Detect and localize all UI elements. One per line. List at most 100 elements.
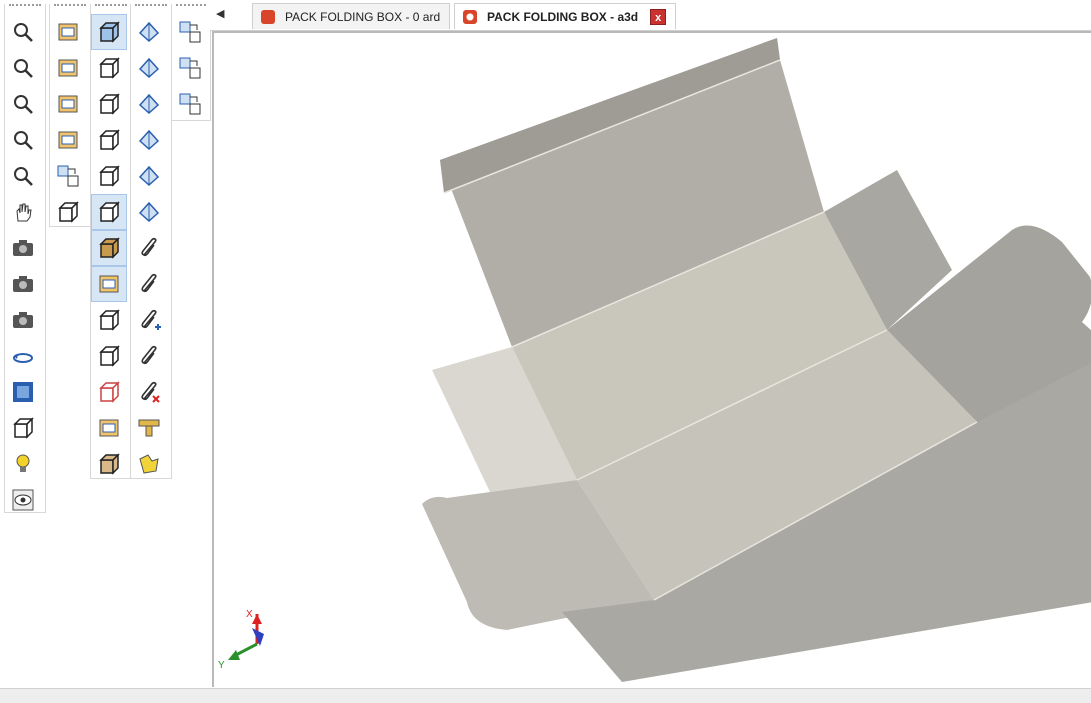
pallet-icon [58,131,78,149]
unfold-button[interactable] [131,86,167,122]
unfold-icon [138,93,160,115]
clip-add-button[interactable] [131,302,167,338]
zoom-in-icon [14,23,33,42]
solid-cube-button[interactable] [91,50,127,86]
red-wire-cube-icon [99,381,120,403]
wireframe-edit-button[interactable] [50,86,86,122]
front-view-button[interactable] [5,374,41,410]
transparent-cube-button[interactable] [91,338,127,374]
3d-viewport[interactable]: X Y [212,31,1091,687]
toolbar-grip[interactable] [135,4,167,10]
toolbar-grip[interactable] [54,4,86,10]
pan-hand-button[interactable] [5,194,41,230]
bend-button[interactable] [131,194,167,230]
sync-view-icon [179,93,201,115]
light-bulb-button[interactable] [5,446,41,482]
texture-button[interactable] [91,266,127,302]
camera-previous-button[interactable] [5,266,41,302]
tab-scroll-left-icon[interactable]: ◀ [216,7,224,20]
layers-button[interactable] [50,50,86,86]
zoom-extents-button[interactable] [5,158,41,194]
stand-icon [138,419,160,437]
toolbar-grip[interactable] [176,4,206,10]
measure-button[interactable] [131,158,167,194]
camera-icon [13,240,33,256]
clip-add-icon [141,309,161,330]
texture-icon [99,275,119,293]
front-view-icon [13,382,33,402]
copy-view-button[interactable] [172,14,208,50]
bevel-board-icon [99,201,120,223]
fold-panel-icon [138,57,160,79]
measure-icon [138,165,160,187]
fold-panel-button[interactable] [131,50,167,86]
a3d-document-icon [463,9,477,24]
view-toolbar [4,4,46,513]
camera-next-icon [13,312,33,328]
open-box-button[interactable] [50,14,86,50]
shape-button[interactable] [131,446,167,482]
sync-view-button[interactable] [172,86,208,122]
dark-shade-button[interactable] [91,410,127,446]
clip-edit-button[interactable] [131,266,167,302]
bevel-board-button[interactable] [91,194,127,230]
hidden-line-cube-button[interactable] [91,122,127,158]
tab-label: PACK FOLDING BOX - a3d [487,9,639,24]
clip-scissors-icon [141,345,157,365]
tab-label: PACK FOLDING BOX - 0 ard [285,9,441,24]
zoom-out-icon [14,95,33,114]
folding-box-model: X Y [218,38,1091,682]
zoom-window-button[interactable] [5,50,41,86]
stand-button[interactable] [131,410,167,446]
corrugated-board-button[interactable] [91,230,127,266]
iso-view-icon [13,417,34,439]
paste-view-icon [179,57,201,79]
zoom-in-button[interactable] [5,14,41,50]
clip-button[interactable] [131,230,167,266]
axis-x-label: X [246,609,253,620]
clip-icon [141,237,157,257]
tab-a3d-document[interactable]: PACK FOLDING BOX - a3d x [454,3,676,29]
shaded-cube-button[interactable] [91,14,127,50]
clip-scissors-button[interactable] [131,338,167,374]
fold-direction-button[interactable] [131,14,167,50]
camera-button[interactable] [5,230,41,266]
document-tab-bar: ◀ PACK FOLDING BOX - 0 ard PACK FOLDING … [210,0,1091,31]
fold-all-icon [138,129,160,151]
open-box-icon [58,23,78,41]
rotate-view-button[interactable] [5,338,41,374]
zoom-window-icon [14,59,33,78]
tab-close-button[interactable]: x [650,8,667,25]
camera-next-button[interactable] [5,302,41,338]
layers-icon [58,59,78,77]
rotate-view-icon [13,353,33,363]
solid-cube-icon [99,57,120,79]
toolbar-grip[interactable] [9,4,41,10]
toolbar-grip[interactable] [95,4,127,10]
wire-cube-icon [99,165,120,187]
outline-cube-button[interactable] [91,86,127,122]
bend-icon [138,201,160,223]
fold-all-button[interactable] [131,122,167,158]
wire-cube-button[interactable] [91,158,127,194]
hidden-line-cube-icon [99,129,120,151]
tab-ard-document[interactable]: PACK FOLDING BOX - 0 ard [252,3,450,29]
pallet-button[interactable] [50,122,86,158]
visibility-eye-button[interactable] [5,482,41,518]
transparent-cube-icon [99,345,120,367]
red-wire-cube-button[interactable] [91,374,127,410]
iso-view-button[interactable] [5,410,41,446]
dark-shade-icon [99,419,119,437]
clip-delete-button[interactable] [131,374,167,410]
export-view-button[interactable] [50,158,86,194]
texture-board-button[interactable] [91,446,127,482]
zoom-out-button[interactable] [5,86,41,122]
light-bulb-icon [16,454,30,472]
zoom-dynamic-button[interactable] [5,122,41,158]
zoom-extents-icon [14,167,33,186]
outline-cube-icon [99,93,120,115]
render-toolbar [90,4,132,479]
edges-cube-button[interactable] [91,302,127,338]
board-insert-button[interactable] [50,194,86,230]
paste-view-button[interactable] [172,50,208,86]
